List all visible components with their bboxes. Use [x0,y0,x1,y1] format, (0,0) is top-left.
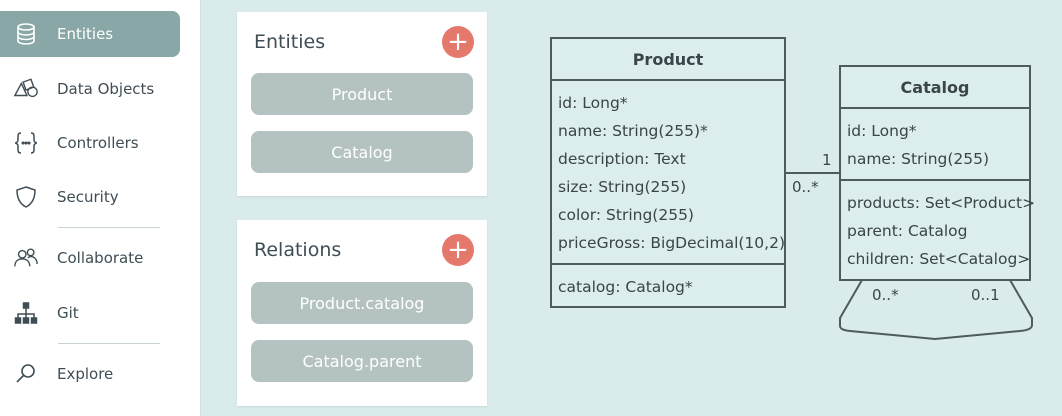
uml-attribute: description: Text [558,150,686,168]
uml-entity-title: Catalog [841,67,1029,109]
uml-attribute: priceGross: BigDecimal(10,2) [558,234,785,252]
uml-entity-catalog[interactable]: Catalog id: Long* name: String(255) prod… [839,65,1036,281]
multiplicity-label: 0..* [792,178,819,196]
uml-attribute: size: String(255) [558,178,687,196]
multiplicity-label: 1 [822,151,832,169]
uml-relation: products: Set<Product> [847,194,1036,212]
uml-relations: products: Set<Product> parent: Catalog c… [841,179,1036,279]
uml-attributes: id: Long* name: String(255)* description… [552,81,785,263]
uml-relation: catalog: Catalog* [558,278,693,296]
uml-entity-product[interactable]: Product id: Long* name: String(255)* des… [550,37,786,308]
uml-relations: catalog: Catalog* [552,263,784,307]
uml-relation: children: Set<Catalog> [847,250,1031,268]
uml-attribute: id: Long* [847,122,917,140]
uml-attribute: id: Long* [558,94,628,112]
uml-attribute: name: String(255)* [558,122,708,140]
uml-attribute: color: String(255) [558,206,694,224]
uml-relation: parent: Catalog [847,222,968,240]
catalog-self-connector [839,279,1033,341]
uml-entity-title: Product [552,39,784,81]
multiplicity-label: 0..* [872,286,899,304]
uml-attribute: name: String(255) [847,150,990,168]
uml-attributes: id: Long* name: String(255) [841,109,1029,179]
multiplicity-label: 0..1 [971,286,1000,304]
